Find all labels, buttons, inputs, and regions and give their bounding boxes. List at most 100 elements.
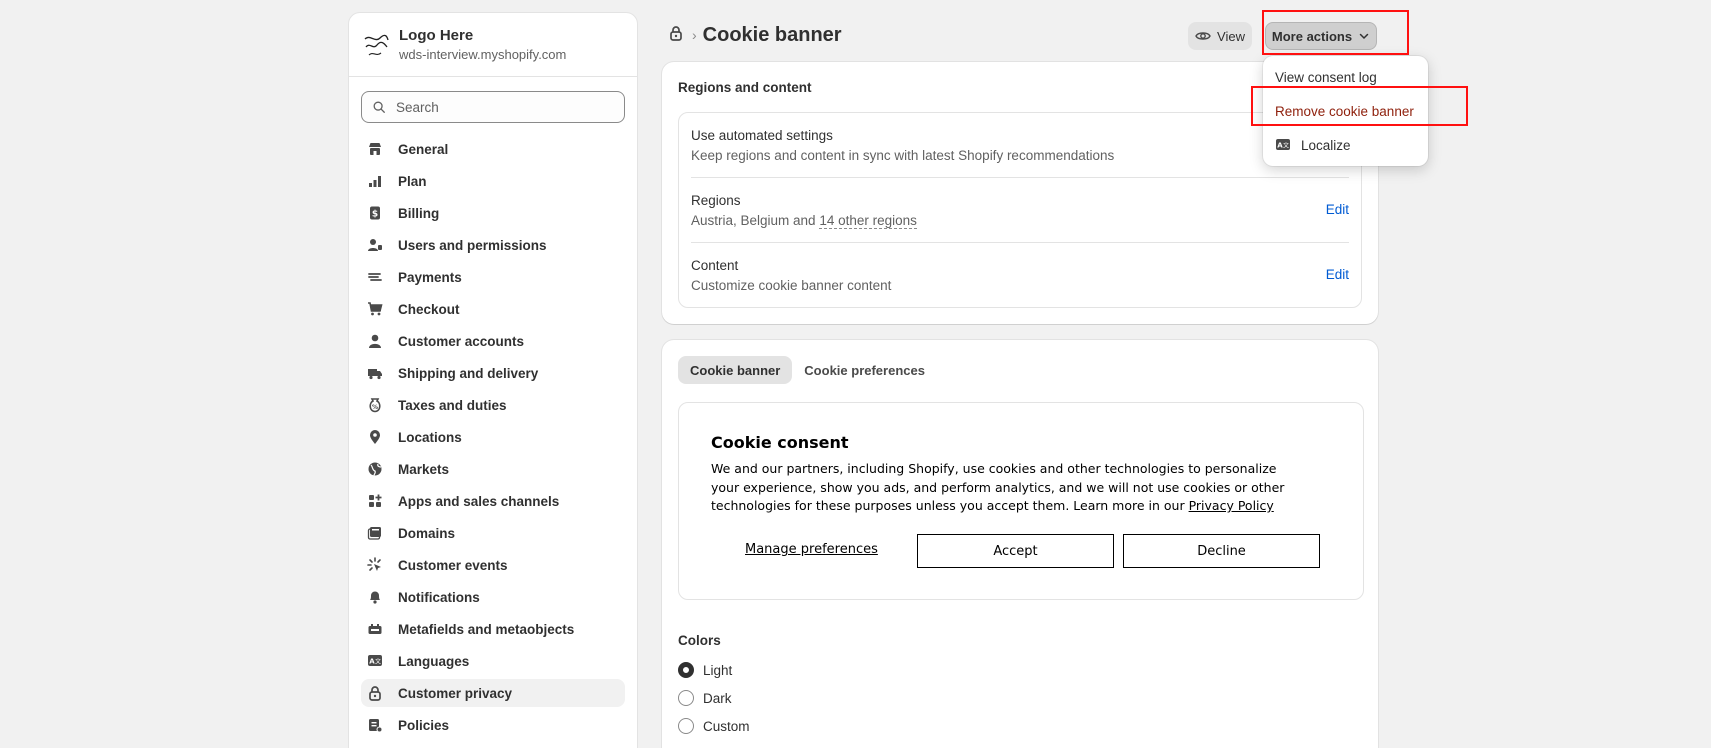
menu-item-view-consent-log[interactable]: View consent log	[1263, 62, 1428, 92]
consent-body: We and our partners, including Shopify, …	[711, 460, 1311, 516]
content-row: Content Customize cookie banner content	[691, 257, 1349, 295]
color-option-custom[interactable]: Custom	[678, 718, 750, 734]
card-title: Regions and content	[678, 80, 812, 95]
edit-regions-link[interactable]: Edit	[1326, 202, 1349, 217]
payments-icon	[367, 269, 383, 285]
nav-label: Markets	[398, 461, 450, 477]
search-box[interactable]	[361, 91, 625, 123]
bell-icon	[367, 589, 383, 605]
chevron-down-icon	[1359, 33, 1369, 40]
nav-label: Domains	[398, 525, 456, 541]
menu-item-remove-cookie-banner[interactable]: Remove cookie banner	[1263, 96, 1428, 126]
consent-body-line-last: technologies for these purposes unless y…	[711, 497, 1311, 516]
store-logo	[361, 30, 391, 60]
more-actions-button[interactable]: More actions	[1265, 22, 1377, 50]
other-regions-link[interactable]: 14 other regions	[819, 213, 917, 229]
nav-item-metafields[interactable]: Metafields and metaobjects	[361, 615, 625, 643]
nav-item-languages[interactable]: A文 Languages	[361, 647, 625, 675]
apps-icon	[367, 493, 383, 509]
color-option-light[interactable]: Light	[678, 662, 732, 678]
nav-item-locations[interactable]: Locations	[361, 423, 625, 451]
events-icon	[367, 557, 383, 573]
cart-icon	[367, 301, 383, 317]
consent-title: Cookie consent	[711, 433, 849, 452]
color-option-dark[interactable]: Dark	[678, 690, 732, 706]
nav-item-shipping[interactable]: Shipping and delivery	[361, 359, 625, 387]
nav-item-users[interactable]: Users and permissions	[361, 231, 625, 259]
svg-text:$: $	[372, 210, 378, 220]
nav-item-notifications[interactable]: Notifications	[361, 583, 625, 611]
breadcrumb-separator: ›	[692, 27, 697, 43]
settings-sidebar: Logo Here wds-interview.myshopify.com Ge…	[348, 12, 638, 748]
radio-button[interactable]	[678, 690, 694, 706]
nav-label: Shipping and delivery	[398, 365, 539, 381]
nav-label: Metafields and metaobjects	[398, 621, 575, 637]
privacy-policy-link[interactable]: Privacy Policy	[1189, 498, 1274, 513]
consent-body-line: your experience, show you ads, and perfo…	[711, 479, 1285, 495]
nav-label: Taxes and duties	[398, 397, 507, 413]
nav-label: Locations	[398, 429, 462, 445]
person-icon	[367, 333, 383, 349]
nav-item-plan[interactable]: Plan	[361, 167, 625, 195]
divider	[691, 177, 1349, 178]
store-switcher[interactable]: Logo Here wds-interview.myshopify.com	[349, 13, 637, 77]
regions-summary-prefix: Austria, Belgium and	[691, 213, 820, 228]
location-icon	[367, 429, 383, 445]
tab-cookie-preferences[interactable]: Cookie preferences	[792, 356, 937, 384]
store-icon	[367, 141, 383, 157]
lock-icon	[367, 685, 383, 701]
radio-button[interactable]	[678, 718, 694, 734]
page-header: › Cookie banner	[668, 20, 842, 50]
radio-label: Dark	[703, 690, 732, 706]
nav-item-billing[interactable]: $ Billing	[361, 199, 625, 227]
nav-label: Apps and sales channels	[398, 493, 560, 509]
tab-cookie-banner[interactable]: Cookie banner	[678, 356, 793, 384]
nav-label: Customer privacy	[398, 685, 513, 701]
nav-item-taxes[interactable]: % Taxes and duties	[361, 391, 625, 419]
nav-label: Checkout	[398, 301, 460, 317]
nav-item-customer-events[interactable]: Customer events	[361, 551, 625, 579]
more-actions-label: More actions	[1271, 28, 1353, 44]
users-icon	[367, 237, 383, 253]
nav-item-apps[interactable]: Apps and sales channels	[361, 487, 625, 515]
automated-settings-description: Keep regions and content in sync with la…	[691, 148, 1115, 163]
nav-item-domains[interactable]: Domains	[361, 519, 625, 547]
radio-label: Custom	[703, 718, 750, 734]
more-actions-menu: View consent log Remove cookie banner A …	[1263, 56, 1428, 166]
nav-label: Users and permissions	[398, 237, 547, 253]
language-icon: A文	[367, 653, 383, 669]
nav-label: Customer events	[398, 557, 508, 573]
menu-item-localize[interactable]: A 文 Localize	[1263, 130, 1428, 160]
nav-item-markets[interactable]: Markets	[361, 455, 625, 483]
nav-label: Notifications	[398, 589, 480, 605]
radio-label: Light	[703, 662, 733, 678]
nav-label: Policies	[398, 717, 450, 733]
decline-button[interactable]: Decline	[1123, 534, 1320, 568]
nav-item-policies[interactable]: Policies	[361, 711, 625, 739]
nav-item-general[interactable]: General	[361, 135, 625, 163]
metafields-icon	[367, 621, 383, 637]
eye-icon	[1195, 32, 1211, 40]
nav-label: Payments	[398, 269, 462, 285]
divider	[691, 242, 1349, 243]
store-name: Logo Here	[399, 26, 474, 44]
radio-button[interactable]	[678, 662, 694, 678]
regions-settings-box: Use automated settings Keep regions and …	[678, 112, 1362, 308]
accept-button[interactable]: Accept	[917, 534, 1114, 568]
search-input[interactable]	[396, 99, 616, 115]
content-description: Customize cookie banner content	[691, 278, 892, 293]
view-button[interactable]: View	[1188, 22, 1252, 50]
nav-item-customer-accounts[interactable]: Customer accounts	[361, 327, 625, 355]
colors-title: Colors	[678, 633, 721, 648]
manage-preferences-link[interactable]: Manage preferences	[745, 542, 878, 557]
banner-preview-card: Cookie banner Cookie preferences Cookie …	[662, 340, 1378, 748]
edit-content-link[interactable]: Edit	[1326, 267, 1349, 282]
store-domain: wds-interview.myshopify.com	[399, 46, 567, 62]
nav-item-customer-privacy[interactable]: Customer privacy	[361, 679, 625, 707]
lock-icon[interactable]	[668, 25, 684, 46]
nav-item-checkout[interactable]: Checkout	[361, 295, 625, 323]
regions-summary: Austria, Belgium and 14 other regions	[691, 212, 1349, 230]
page-title: Cookie banner	[702, 23, 842, 46]
nav-item-payments[interactable]: Payments	[361, 263, 625, 291]
nav-label: Billing	[398, 205, 440, 221]
